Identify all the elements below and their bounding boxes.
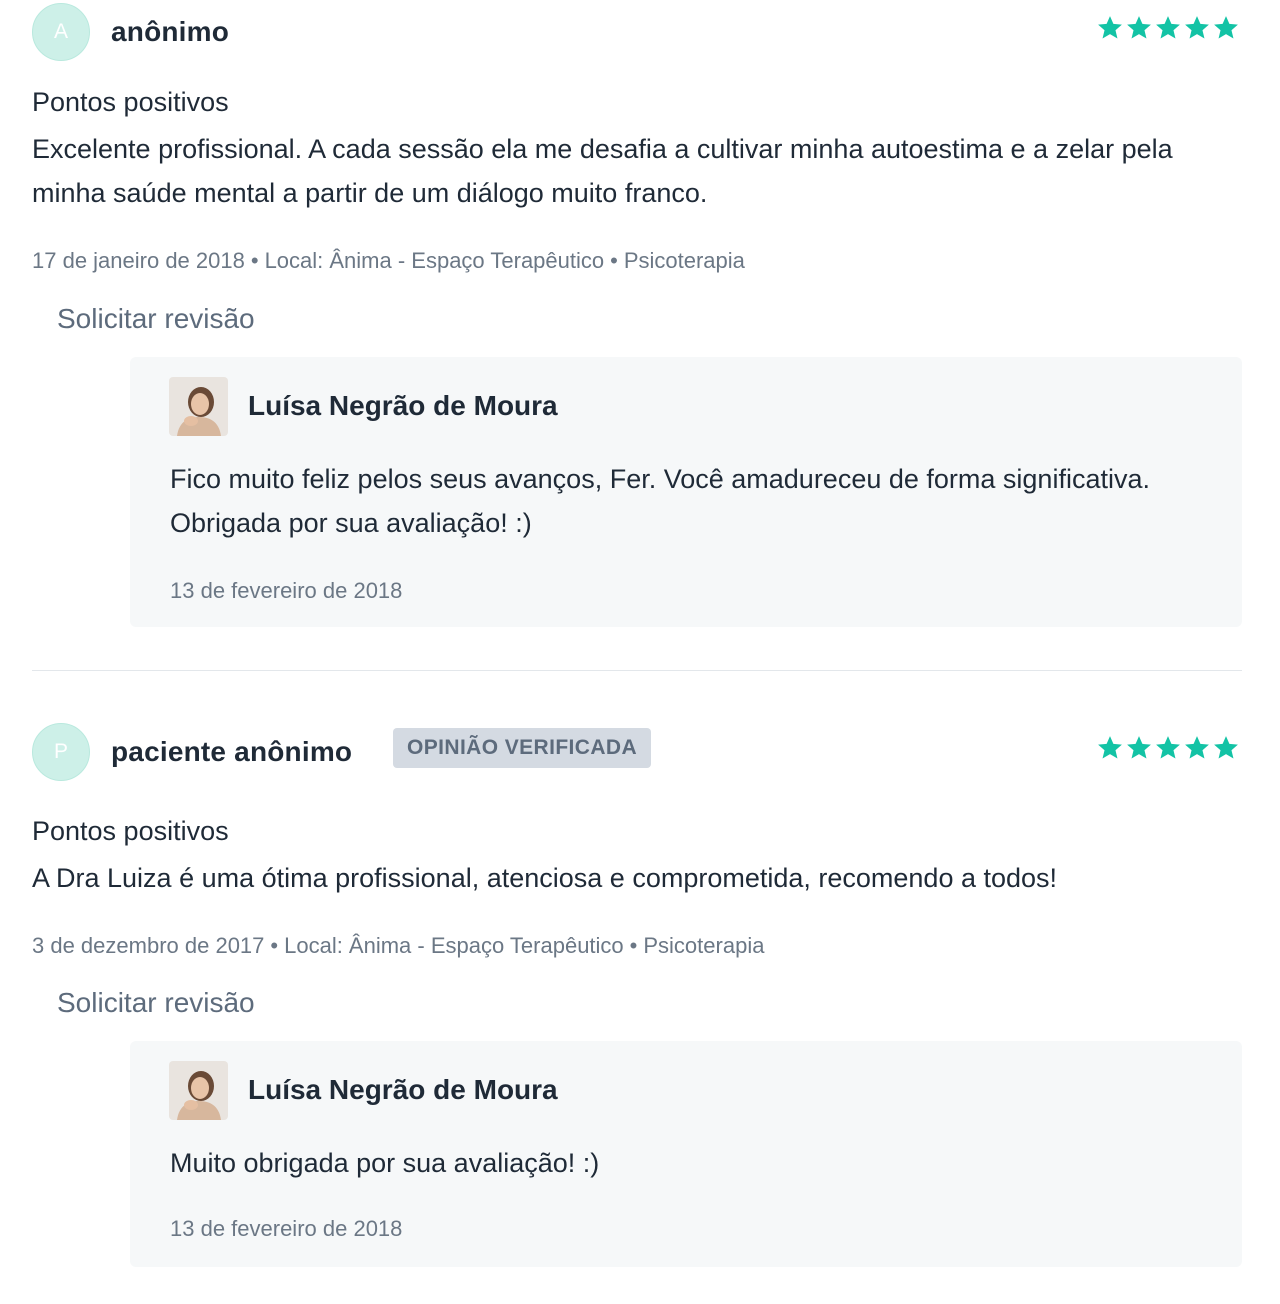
separator-dot: • bbox=[629, 933, 638, 958]
doctor-reply: Luísa Negrão de Moura Fico muito feliz p… bbox=[130, 357, 1242, 627]
star-icon bbox=[1096, 734, 1124, 762]
divider bbox=[32, 670, 1242, 671]
review-header: P paciente anônimo OPINIÃO VERIFICADA bbox=[32, 723, 1242, 783]
separator-dot: • bbox=[250, 248, 259, 273]
doctor-avatar bbox=[169, 1061, 228, 1120]
review-author: paciente anônimo bbox=[111, 736, 353, 767]
section-title: Pontos positivos bbox=[32, 87, 229, 117]
star-icon bbox=[1183, 14, 1211, 42]
review-service: Psicoterapia bbox=[643, 933, 765, 958]
star-icon bbox=[1096, 14, 1124, 42]
star-icon bbox=[1125, 14, 1153, 42]
separator-dot: • bbox=[610, 248, 618, 273]
review-text: Excelente profissional. A cada sessão el… bbox=[32, 134, 1173, 208]
section-title: Pontos positivos bbox=[32, 816, 229, 846]
review-date: 17 de janeiro de 2018 bbox=[32, 248, 245, 273]
star-icon bbox=[1183, 734, 1211, 762]
reply-date: 13 de fevereiro de 2018 bbox=[170, 1216, 403, 1241]
review-card: P paciente anônimo OPINIÃO VERIFICADA Po… bbox=[32, 723, 1242, 1283]
review-date: 3 de dezembro de 2017 bbox=[32, 933, 265, 958]
avatar: P bbox=[32, 723, 90, 781]
verified-badge: OPINIÃO VERIFICADA bbox=[393, 728, 652, 768]
request-review-link[interactable]: Solicitar revisão bbox=[57, 987, 255, 1019]
review-card: A anônimo Pontos positivos Excelente pro… bbox=[32, 3, 1242, 643]
request-review-link[interactable]: Solicitar revisão bbox=[57, 303, 255, 335]
review-location: Local: Ânima - Espaço Terapêutico bbox=[284, 933, 624, 958]
doctor-photo-icon bbox=[169, 377, 228, 436]
doctor-avatar bbox=[169, 377, 228, 436]
star-icon bbox=[1212, 14, 1240, 42]
avatar: A bbox=[32, 3, 90, 61]
doctor-photo-icon bbox=[169, 1061, 228, 1120]
review-author: anônimo bbox=[111, 16, 230, 47]
review-text: A Dra Luiza é uma ótima profissional, at… bbox=[32, 863, 1058, 893]
separator-dot: • bbox=[270, 933, 279, 958]
reply-author: Luísa Negrão de Moura bbox=[248, 1074, 558, 1105]
reply-text: Muito obrigada por sua avaliação! :) bbox=[170, 1148, 600, 1178]
star-icon bbox=[1154, 734, 1182, 762]
star-icon bbox=[1125, 734, 1153, 762]
doctor-reply: Luísa Negrão de Moura Muito obrigada por… bbox=[130, 1041, 1242, 1267]
review-header: A anônimo bbox=[32, 3, 1242, 63]
star-icon bbox=[1154, 14, 1182, 42]
star-rating bbox=[1096, 14, 1240, 42]
reply-text: Fico muito feliz pelos seus avanços, Fer… bbox=[170, 464, 1150, 538]
review-location: Local: Ânima - Espaço Terapêutico bbox=[264, 248, 605, 273]
reviews-list: A anônimo Pontos positivos Excelente pro… bbox=[0, 0, 1280, 1304]
reply-date: 13 de fevereiro de 2018 bbox=[170, 578, 403, 603]
review-service: Psicoterapia bbox=[623, 248, 745, 273]
review-meta: 3 de dezembro de 2017 • Local: Ânima - Esp… bbox=[32, 933, 764, 959]
star-icon bbox=[1212, 734, 1240, 762]
review-meta: 17 de janeiro de 2018 • Local: Ânima - Esp… bbox=[32, 248, 745, 274]
reply-author: Luísa Negrão de Moura bbox=[248, 390, 558, 421]
star-rating bbox=[1096, 734, 1240, 762]
